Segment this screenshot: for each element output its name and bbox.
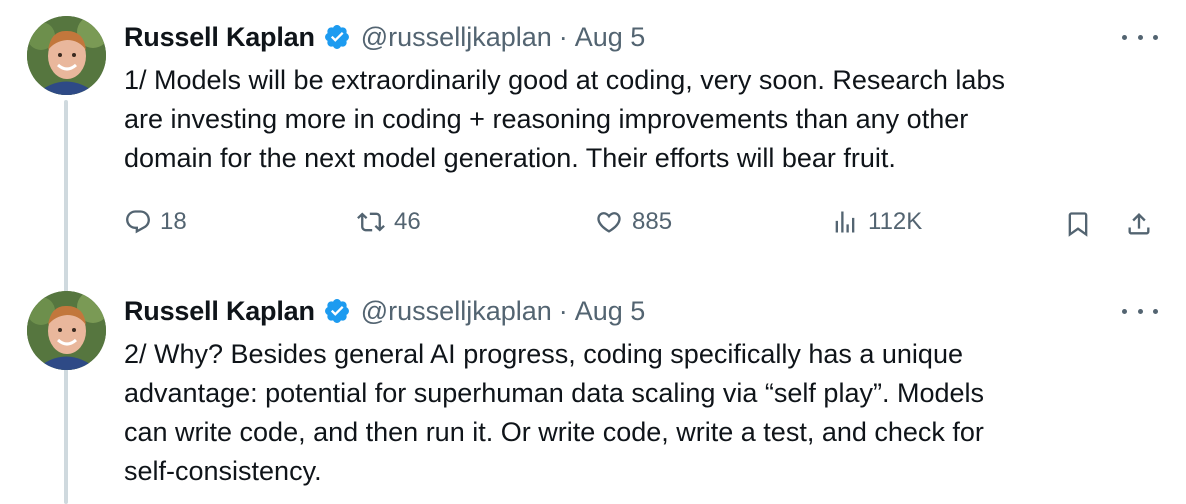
bookmark-button[interactable] — [1064, 210, 1092, 238]
avatar[interactable] — [27, 16, 106, 95]
action-bar: 18 46 885 112K — [124, 200, 1164, 250]
timestamp[interactable]: Aug 5 — [575, 22, 646, 53]
repost-icon — [356, 208, 386, 236]
reply-icon — [124, 208, 152, 236]
views-button[interactable]: 112K — [830, 208, 922, 236]
more-options-icon[interactable] — [1122, 25, 1158, 49]
share-button[interactable] — [1124, 210, 1154, 238]
avatar[interactable] — [27, 291, 106, 370]
share-icon — [1124, 210, 1154, 238]
author-name[interactable]: Russell Kaplan — [124, 22, 315, 53]
like-icon — [594, 208, 624, 236]
verified-badge-icon — [323, 23, 351, 51]
more-options-icon[interactable] — [1122, 299, 1158, 323]
bookmark-icon — [1064, 210, 1092, 238]
timestamp[interactable]: Aug 5 — [575, 296, 646, 327]
like-button[interactable]: 885 — [594, 208, 672, 236]
author-handle[interactable]: @russelljkaplan — [361, 22, 552, 53]
author-name[interactable]: Russell Kaplan — [124, 296, 315, 327]
tweet-header: Russell Kaplan @russelljkaplan · Aug 5 — [124, 291, 645, 331]
repost-button[interactable]: 46 — [356, 208, 421, 236]
separator-dot: · — [558, 295, 568, 326]
reply-count: 18 — [160, 208, 187, 235]
separator-dot: · — [558, 21, 568, 52]
repost-count: 46 — [394, 208, 421, 235]
tweet-text: 1/ Models will be extraordinarily good a… — [124, 65, 1005, 173]
verified-badge-icon — [323, 297, 351, 325]
tweet-header: Russell Kaplan @russelljkaplan · Aug 5 — [124, 17, 645, 57]
views-count: 112K — [868, 208, 923, 235]
author-handle[interactable]: @russelljkaplan — [361, 296, 552, 327]
reply-button[interactable]: 18 — [124, 208, 187, 236]
tweet-text: 2/ Why? Besides general AI progress, cod… — [124, 339, 984, 486]
like-count: 885 — [632, 208, 673, 235]
views-icon — [830, 208, 860, 236]
